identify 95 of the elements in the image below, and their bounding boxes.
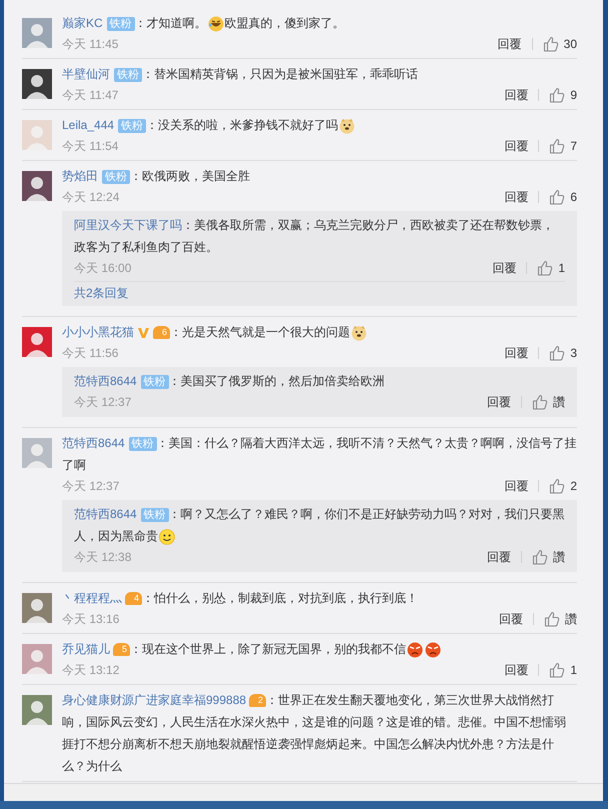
reply-link[interactable]: 回覆: [498, 34, 522, 54]
fan-badge: 铁粉: [114, 68, 142, 82]
avatar: [22, 644, 52, 674]
comment-text: 乔见猫儿 5 ：现在这个世界上，除了新冠无国界，别的我都不信: [62, 638, 577, 660]
username-link[interactable]: 小小小黑花猫: [62, 325, 134, 339]
thumbs-up-icon: [544, 611, 560, 627]
timestamp: 今天 12:38: [74, 549, 132, 566]
timestamp: 今天 13:12: [62, 662, 120, 679]
thumbs-up-icon: [542, 36, 559, 52]
dog-face-icon: [351, 324, 368, 341]
username-link[interactable]: 阿里汉今天下课了吗: [74, 218, 182, 232]
fan-badge: 铁粉: [140, 374, 169, 389]
member-badge: 6: [153, 326, 170, 340]
avatar: [22, 171, 52, 201]
like-button[interactable]: 1: [549, 660, 577, 680]
laughing-face-icon: [208, 16, 224, 32]
comment-text: 范特西8644 铁粉 ：啊？又怎么了？难民？啊，你们不是正好缺劳动力吗？对对，我们只要黑人，因为黑命贵: [74, 506, 565, 547]
username-link[interactable]: 巅家KC: [62, 16, 103, 30]
reply-link[interactable]: 回覆: [487, 392, 511, 412]
timestamp: 今天 11:45: [62, 36, 118, 53]
timestamp: 今天 16:00: [74, 260, 132, 277]
like-button[interactable]: 讚: [532, 392, 565, 412]
like-button[interactable]: 2: [549, 476, 577, 496]
username-link[interactable]: 身心健康财源广进家庭幸福999888: [62, 693, 246, 707]
comment-text: 半壁仙河 铁粉 ：替米国精英背锅，只因为是被米国驻军，乖乖听话: [62, 66, 419, 84]
comment-text: 阿里汉今天下课了吗：美俄各取所需，双赢；乌克兰完败分尸，西欧被卖了还在帮数钞票，政客为了私利鱼肉了百姓。: [74, 217, 555, 256]
reply-link[interactable]: 回覆: [504, 660, 528, 680]
timestamp: 今天 11:56: [62, 345, 118, 362]
timestamp: 今天 12:37: [62, 478, 120, 495]
thumbs-up-icon: [549, 189, 566, 205]
fan-badge: 铁粉: [128, 436, 157, 451]
username-link[interactable]: 势焰田: [62, 169, 98, 183]
comment-text: 小小小黑花猫 6 ：光是天然气就是一个很大的问题: [62, 321, 577, 343]
like-button[interactable]: 讚: [544, 609, 577, 629]
fan-badge: 铁粉: [106, 16, 135, 31]
comment-text: 势焰田 铁粉 ：欧俄两败，美国全胜: [62, 168, 251, 186]
thumbs-up-icon: [549, 87, 566, 103]
timestamp: 今天 13:16: [62, 611, 120, 628]
thumbs-up-icon: [549, 345, 566, 361]
like-button[interactable]: 3: [549, 343, 577, 363]
username-link[interactable]: 半壁仙河: [62, 67, 110, 81]
comment-text: Leila_444 铁粉 ：没关系的啦，米爹挣钱不就好了吗: [62, 114, 577, 136]
dog-face-icon: [339, 118, 356, 134]
like-button[interactable]: 30: [542, 34, 577, 54]
reply-link[interactable]: 回覆: [487, 547, 511, 567]
timestamp: 今天 11:54: [62, 138, 118, 155]
timestamp: 今天 12:24: [62, 189, 120, 206]
thumbs-up-icon: [549, 138, 566, 154]
reply-link[interactable]: 回覆: [504, 343, 528, 363]
username-link[interactable]: 丶程程程灬: [62, 591, 122, 605]
reply-link[interactable]: 回覆: [492, 258, 516, 278]
comment-text: 巅家KC 铁粉 ：才知道啊。 欧盟真的，傻到家了。: [62, 14, 346, 34]
like-button[interactable]: 7: [549, 136, 577, 156]
comment-text: 范特西8644 铁粉 ：美国：什么？隔着大西洋太远，我听不清？天然气？太贵？啊啊，没信号了挂了啊: [62, 435, 577, 474]
comment-text: 范特西8644 铁粉 ：美国买了俄罗斯的，然后加倍卖给欧洲: [74, 373, 386, 391]
username-link[interactable]: Leila_444: [62, 118, 114, 132]
thumbs-up-icon: [549, 662, 566, 678]
username-link[interactable]: 范特西8644: [74, 374, 137, 388]
member-badge: 2: [249, 694, 266, 708]
reply-link[interactable]: 回覆: [504, 187, 528, 207]
fan-badge: 铁粉: [118, 118, 146, 133]
more-replies-link[interactable]: 共2条回复: [74, 282, 565, 304]
timestamp: 今天 12:37: [74, 394, 132, 411]
avatar: [22, 695, 52, 725]
fan-badge: 铁粉: [102, 170, 130, 184]
comment-text: 丶程程程灬 4 ：怕什么，别怂，制裁到底，对抗到底，执行到底！: [62, 590, 420, 608]
comment-text: 身心健康财源广进家庭幸福999888 2 ：世界正在发生翻天覆地变化，第三次世界大战悄然打响，国际风云变幻，人民生活在水深火热中，这是谁的问题？这是谁的错。悲催。中国不想懦弱捱打不想分崩离析不想天崩地裂就醒悟逆袭强悍彪炳起来。中国怎么解决内忧外患？方法是什么？为什么: [62, 692, 567, 775]
thumbs-up-icon: [532, 394, 548, 410]
username-link[interactable]: 乔见猫儿: [62, 642, 110, 656]
avatar: [22, 18, 52, 48]
smiley-icon: [159, 528, 175, 545]
timestamp: 今天 11:47: [62, 87, 118, 104]
angry-face-icon: [425, 642, 442, 658]
member-badge: 4: [125, 592, 142, 606]
avatar: [22, 327, 52, 357]
thumbs-up-icon: [549, 478, 566, 494]
thumbs-up-icon: [532, 549, 548, 565]
username-link[interactable]: 范特西8644: [62, 436, 125, 450]
angry-face-icon: [407, 642, 424, 658]
like-button[interactable]: 9: [549, 85, 577, 105]
reply-link[interactable]: 回覆: [499, 609, 523, 629]
like-button[interactable]: 6: [549, 187, 577, 207]
like-button[interactable]: 1: [537, 258, 565, 278]
avatar: [22, 438, 52, 468]
reply-link[interactable]: 回覆: [504, 85, 528, 105]
like-button[interactable]: 讚: [532, 547, 565, 567]
username-link[interactable]: 范特西8644: [74, 507, 137, 521]
reply-link[interactable]: 回覆: [504, 476, 528, 496]
fan-badge: 铁粉: [140, 508, 169, 522]
reply-link[interactable]: 回覆: [504, 136, 528, 156]
avatar: [22, 120, 52, 150]
avatar: [22, 593, 52, 623]
avatar: [22, 69, 52, 99]
thumbs-up-icon: [537, 260, 554, 276]
member-badge: 5: [113, 643, 130, 656]
